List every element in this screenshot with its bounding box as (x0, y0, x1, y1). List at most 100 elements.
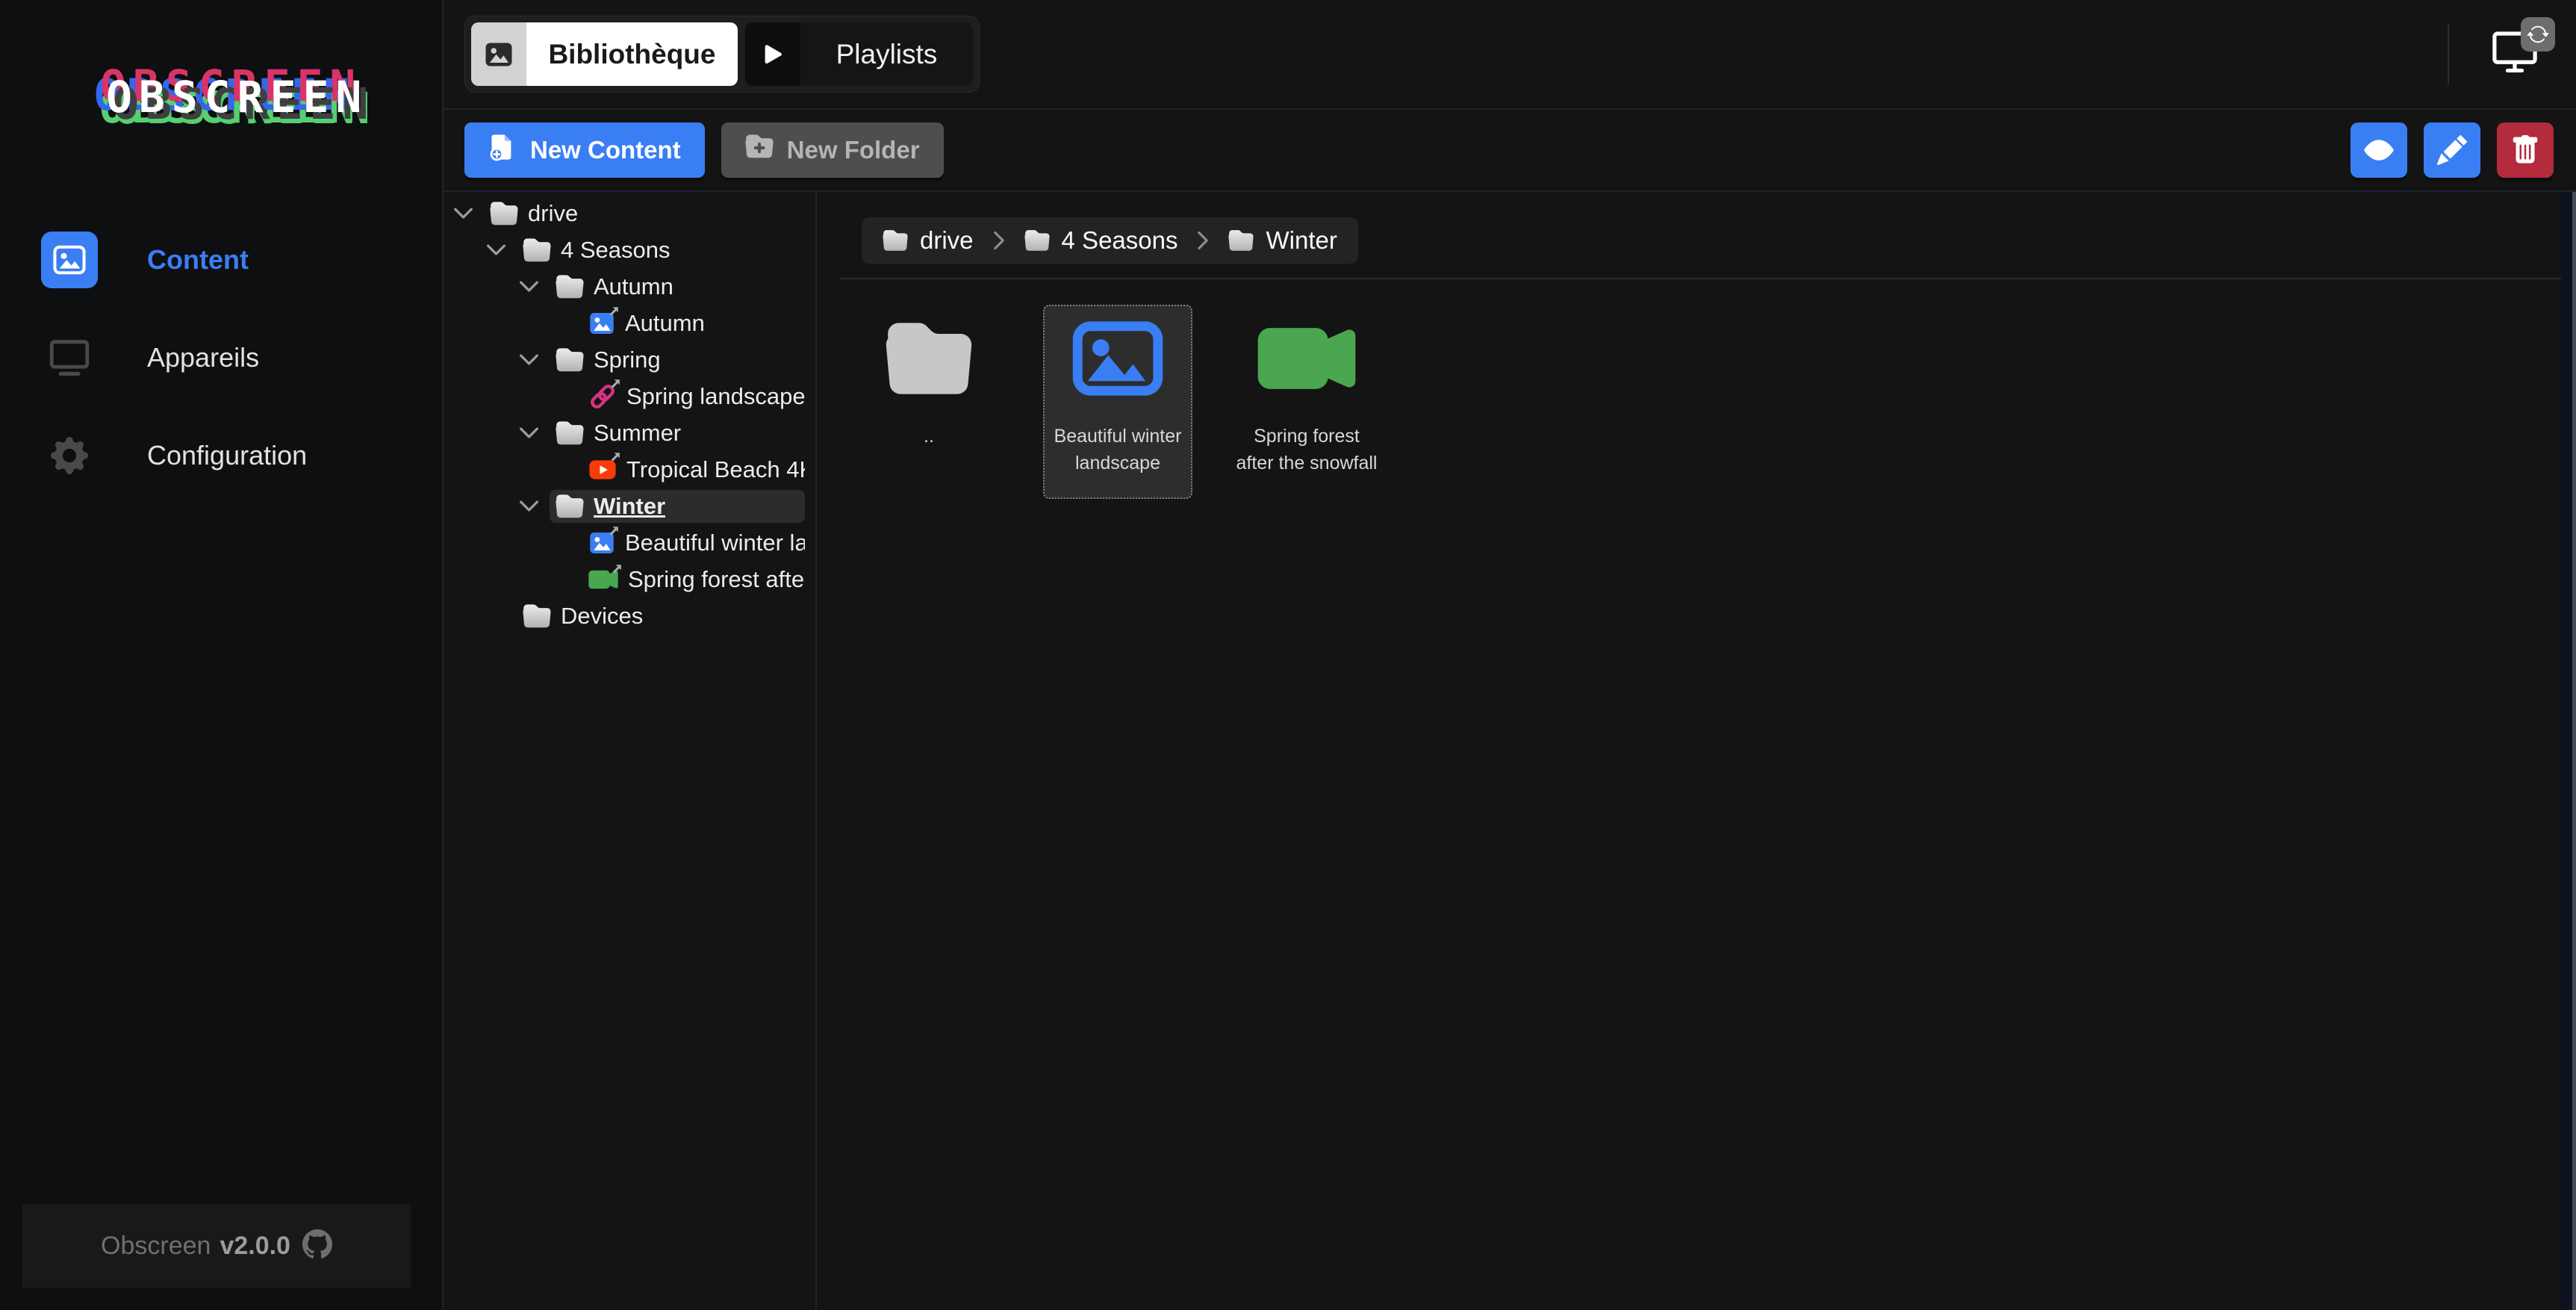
folder-tree-panel: drive 4 Seasons Autumn Autumn Spring Spring l… (444, 192, 817, 1310)
shortcut-arrow-icon (608, 305, 620, 317)
chevron-cell[interactable] (518, 495, 550, 517)
shortcut-arrow-icon (611, 562, 623, 575)
tree-item-body: drive (484, 197, 805, 230)
footer-version-link[interactable]: Obscreen v2.0.0 (22, 1204, 411, 1288)
tree-item-autumn[interactable]: Autumn (444, 305, 815, 341)
new-folder-button[interactable]: New Folder (721, 122, 944, 178)
github-icon (302, 1229, 332, 1263)
sidebar-item-label: Content (147, 244, 249, 276)
new-folder-label: New Folder (787, 136, 920, 164)
tree-item-label: Spring landscape from sl (626, 383, 805, 410)
folder-plus-icon (745, 133, 774, 161)
card-beautiful-winter-landscape[interactable]: Beautiful winter landscape (1043, 305, 1192, 499)
chevron-cell[interactable] (518, 422, 550, 444)
chevron-cell[interactable] (485, 239, 517, 261)
folder-icon (1024, 229, 1050, 252)
tab-label: Playlists (800, 22, 973, 86)
tree-item-winter[interactable]: Winter (444, 488, 815, 524)
chevron-cell[interactable] (452, 202, 484, 224)
tree-item-body: 4 Seasons (517, 234, 805, 267)
tree-item-body: Autumn (582, 307, 805, 340)
breadcrumb-item-4-seasons[interactable]: 4 Seasons (1024, 226, 1178, 255)
tree-item-body: Devices (517, 600, 805, 633)
folder-icon (556, 420, 584, 447)
tree-item-summer[interactable]: Summer (444, 415, 815, 451)
video-camera-icon (1251, 322, 1363, 395)
folder-icon (556, 273, 584, 300)
folder-icon (490, 200, 518, 227)
tab-icon-cell (745, 22, 800, 86)
sidebar-item-configuration[interactable]: Configuration (0, 427, 442, 484)
content-column: Bibliothèque Playlists New Content New F… (444, 0, 2576, 1310)
tab-icon-cell (471, 22, 526, 86)
preview-button[interactable] (2351, 122, 2407, 178)
tree-item-label: Autumn (594, 273, 673, 300)
tree-item-label: 4 Seasons (561, 237, 671, 264)
folder-icon (883, 320, 974, 397)
chevron-right-icon (1192, 230, 1213, 251)
pencil-icon (2437, 135, 2467, 165)
sidebar-item-content[interactable]: Content (0, 232, 442, 288)
tree-item-spring-landscape-from-sl[interactable]: Spring landscape from sl (444, 378, 815, 415)
topbar-divider (2448, 24, 2449, 85)
screens-refresh-button[interactable] (2491, 31, 2539, 78)
tree-item-label: Spring (594, 347, 661, 373)
sidebar-nav: Content Appareils Configuration (0, 232, 442, 484)
topbar-right (2448, 24, 2576, 85)
edit-button[interactable] (2424, 122, 2480, 178)
eye-icon (2364, 135, 2394, 165)
display-icon (49, 339, 90, 376)
item-action-buttons (2351, 122, 2554, 178)
tree-item-beautiful-winter-landscape[interactable]: Beautiful winter landscape (444, 524, 815, 561)
card-spring-forest-after-the-snowfall[interactable]: Spring forest after the snowfall (1232, 305, 1381, 499)
breadcrumb-item-winter[interactable]: Winter (1228, 226, 1337, 255)
tree-item-label: Devices (561, 603, 643, 630)
tree-item-drive[interactable]: drive (444, 195, 815, 232)
obscreen-app: OBSCREEN ContentAppareilsConfiguration O… (0, 0, 2576, 1310)
tree-item-label: Spring forest after the snowfall (628, 566, 805, 593)
card-parent-folder[interactable]: .. (854, 305, 1004, 499)
tab-playlists[interactable]: Playlists (745, 22, 973, 86)
play-icon (758, 40, 788, 69)
shortcut-arrow-icon (608, 524, 620, 537)
gear-icon-box (41, 427, 98, 484)
tree-item-spring-forest-after-the-snowfall[interactable]: Spring forest after the snowfall (444, 561, 815, 597)
tree-item-body: Beautiful winter landscape (582, 527, 805, 559)
breadcrumb-item-drive[interactable]: drive (883, 226, 974, 255)
chevron-cell[interactable] (518, 349, 550, 370)
tree-item-autumn[interactable]: Autumn (444, 268, 815, 305)
gear-icon (51, 437, 88, 474)
file-plus-icon (488, 133, 517, 167)
new-content-label: New Content (530, 136, 681, 164)
image-icon (484, 40, 514, 69)
scrollbar[interactable] (2561, 192, 2576, 1310)
tree-item-spring[interactable]: Spring (444, 341, 815, 378)
shortcut-arrow-icon (609, 450, 622, 463)
chevron-down-icon (452, 202, 474, 224)
folder-icon (556, 347, 584, 373)
tree-item-body: Autumn (550, 270, 805, 303)
image-icon-box (41, 232, 98, 288)
delete-button[interactable] (2497, 122, 2554, 178)
tree-item-body: Spring landscape from sl (582, 380, 805, 413)
topbar: Bibliothèque Playlists (444, 0, 2576, 110)
tree-item-body: Spring forest after the snowfall (582, 563, 805, 596)
chevron-cell[interactable] (518, 276, 550, 297)
folder-icon (1228, 229, 1254, 252)
tree-item-tropical-beach-4k-relaxa[interactable]: Tropical Beach 4K Relaxa (444, 451, 815, 488)
tree-item-4-seasons[interactable]: 4 Seasons (444, 232, 815, 268)
refresh-badge (2521, 17, 2555, 52)
new-content-button[interactable]: New Content (464, 122, 705, 178)
chevron-down-icon (485, 239, 507, 261)
tree-item-label: Winter (594, 493, 665, 520)
shortcut-arrow-icon (609, 377, 622, 390)
footer-version: v2.0.0 (220, 1232, 290, 1261)
folder-icon (523, 237, 551, 264)
sidebar-item-appareils[interactable]: Appareils (0, 329, 442, 386)
breadcrumb-separator-line (839, 278, 2561, 279)
library-playlists-tabs: Bibliothèque Playlists (464, 16, 980, 93)
tree-item-devices[interactable]: Devices (444, 597, 815, 634)
image-icon (52, 243, 87, 277)
tree-item-label: Beautiful winter landscape (625, 530, 805, 556)
tab-biblioth-que[interactable]: Bibliothèque (471, 22, 738, 86)
